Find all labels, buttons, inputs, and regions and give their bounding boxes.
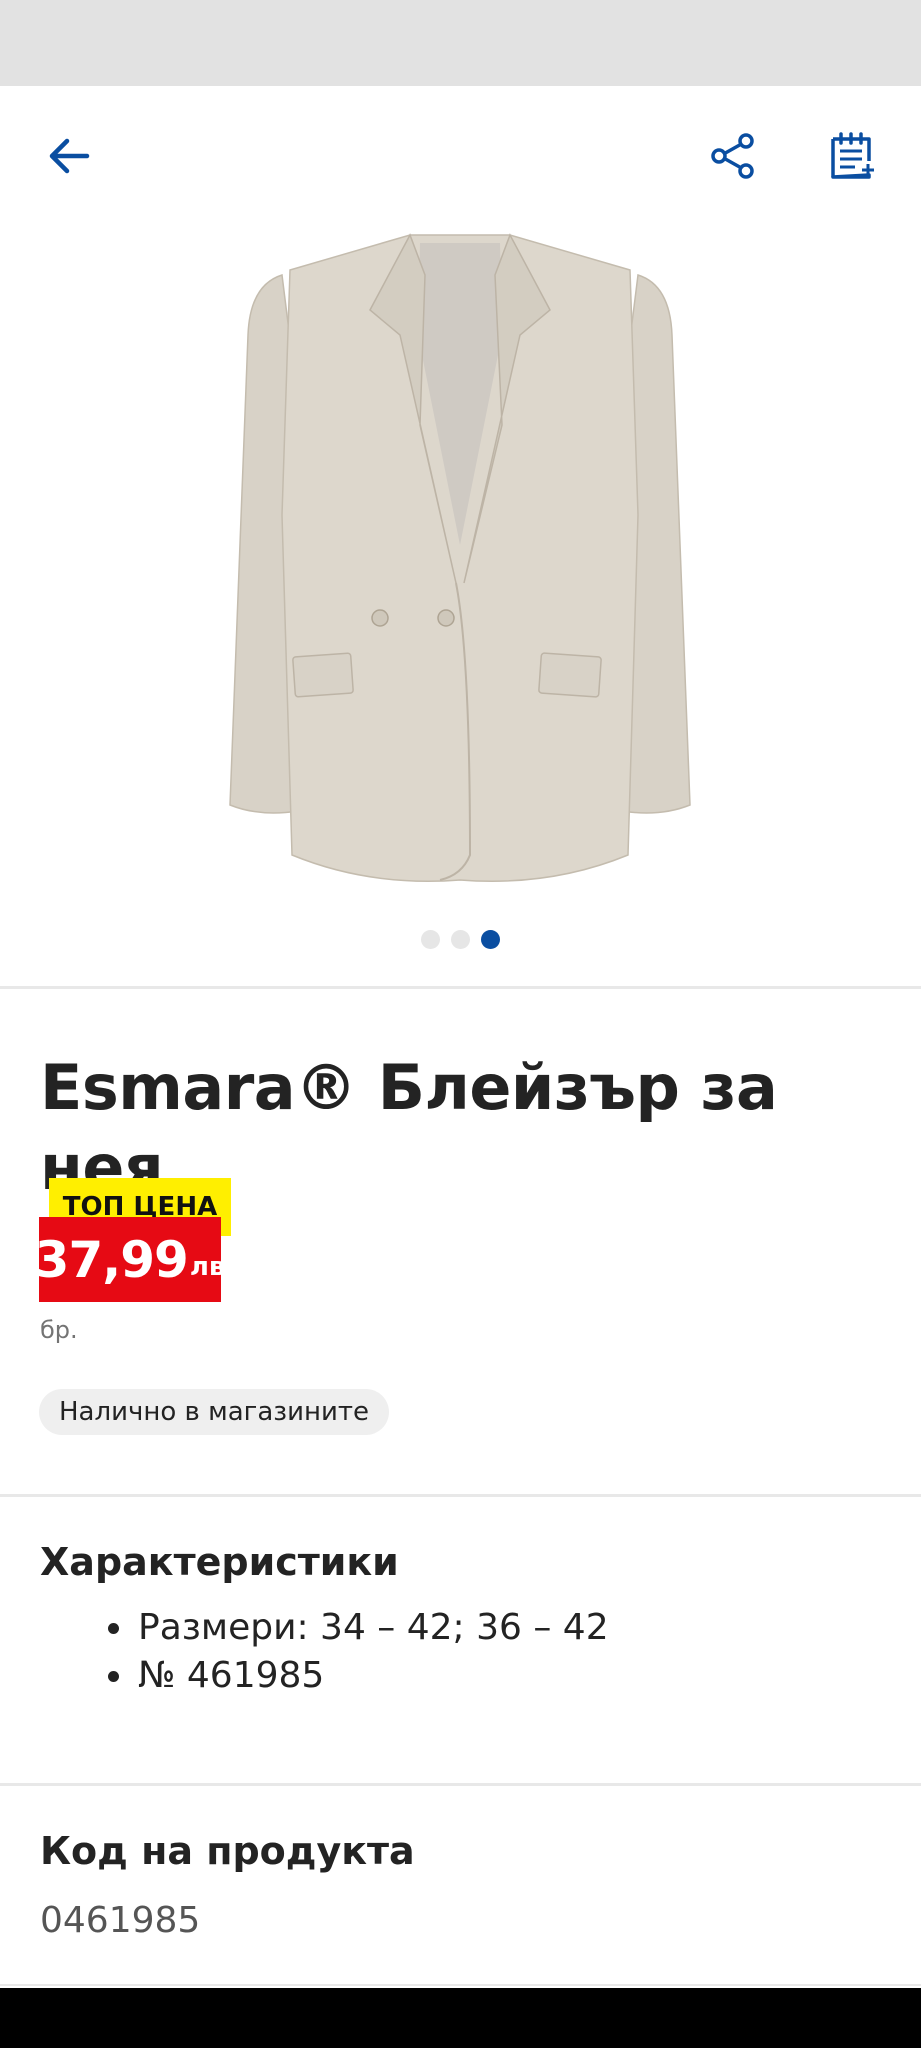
shopping-list-add-icon [831, 132, 874, 179]
blazer-product-image [229, 233, 691, 882]
characteristics-list: Размери: 34 – 42; 36 – 42 № 461985 [100, 1604, 609, 1700]
availability-badge: Налично в магазините [39, 1389, 390, 1435]
arrow-left-icon [49, 138, 90, 174]
price-tag: 37,99 лв [35, 1217, 225, 1302]
gallery-dot-active[interactable] [481, 929, 500, 949]
divider [0, 986, 921, 989]
price-value: 37,99 [34, 1230, 189, 1289]
gallery-dot[interactable] [421, 929, 440, 949]
divider [0, 1783, 921, 1786]
gallery-dot[interactable] [451, 929, 470, 949]
product-image-gallery[interactable] [0, 205, 921, 985]
product-code-heading: Код на продукта [40, 1829, 415, 1873]
share-icon [711, 133, 754, 179]
share-button[interactable] [693, 116, 773, 196]
status-bar [0, 0, 921, 86]
divider [0, 1984, 921, 1986]
gallery-pagination [0, 927, 921, 951]
list-item: № 461985 [136, 1652, 609, 1700]
add-to-shopping-list-button[interactable] [812, 116, 892, 196]
divider [0, 1494, 921, 1497]
product-code-value: 0461985 [40, 1900, 201, 1941]
system-navigation-bar [0, 1988, 921, 2048]
price-currency: лв [189, 1251, 226, 1282]
price-block: ТОП ЦЕНА 37,99 лв [35, 1178, 259, 1302]
price-unit: бр. [40, 1316, 78, 1344]
back-button[interactable] [29, 116, 109, 196]
list-item: Размери: 34 – 42; 36 – 42 [136, 1604, 609, 1652]
characteristics-heading: Характеристики [40, 1540, 399, 1584]
